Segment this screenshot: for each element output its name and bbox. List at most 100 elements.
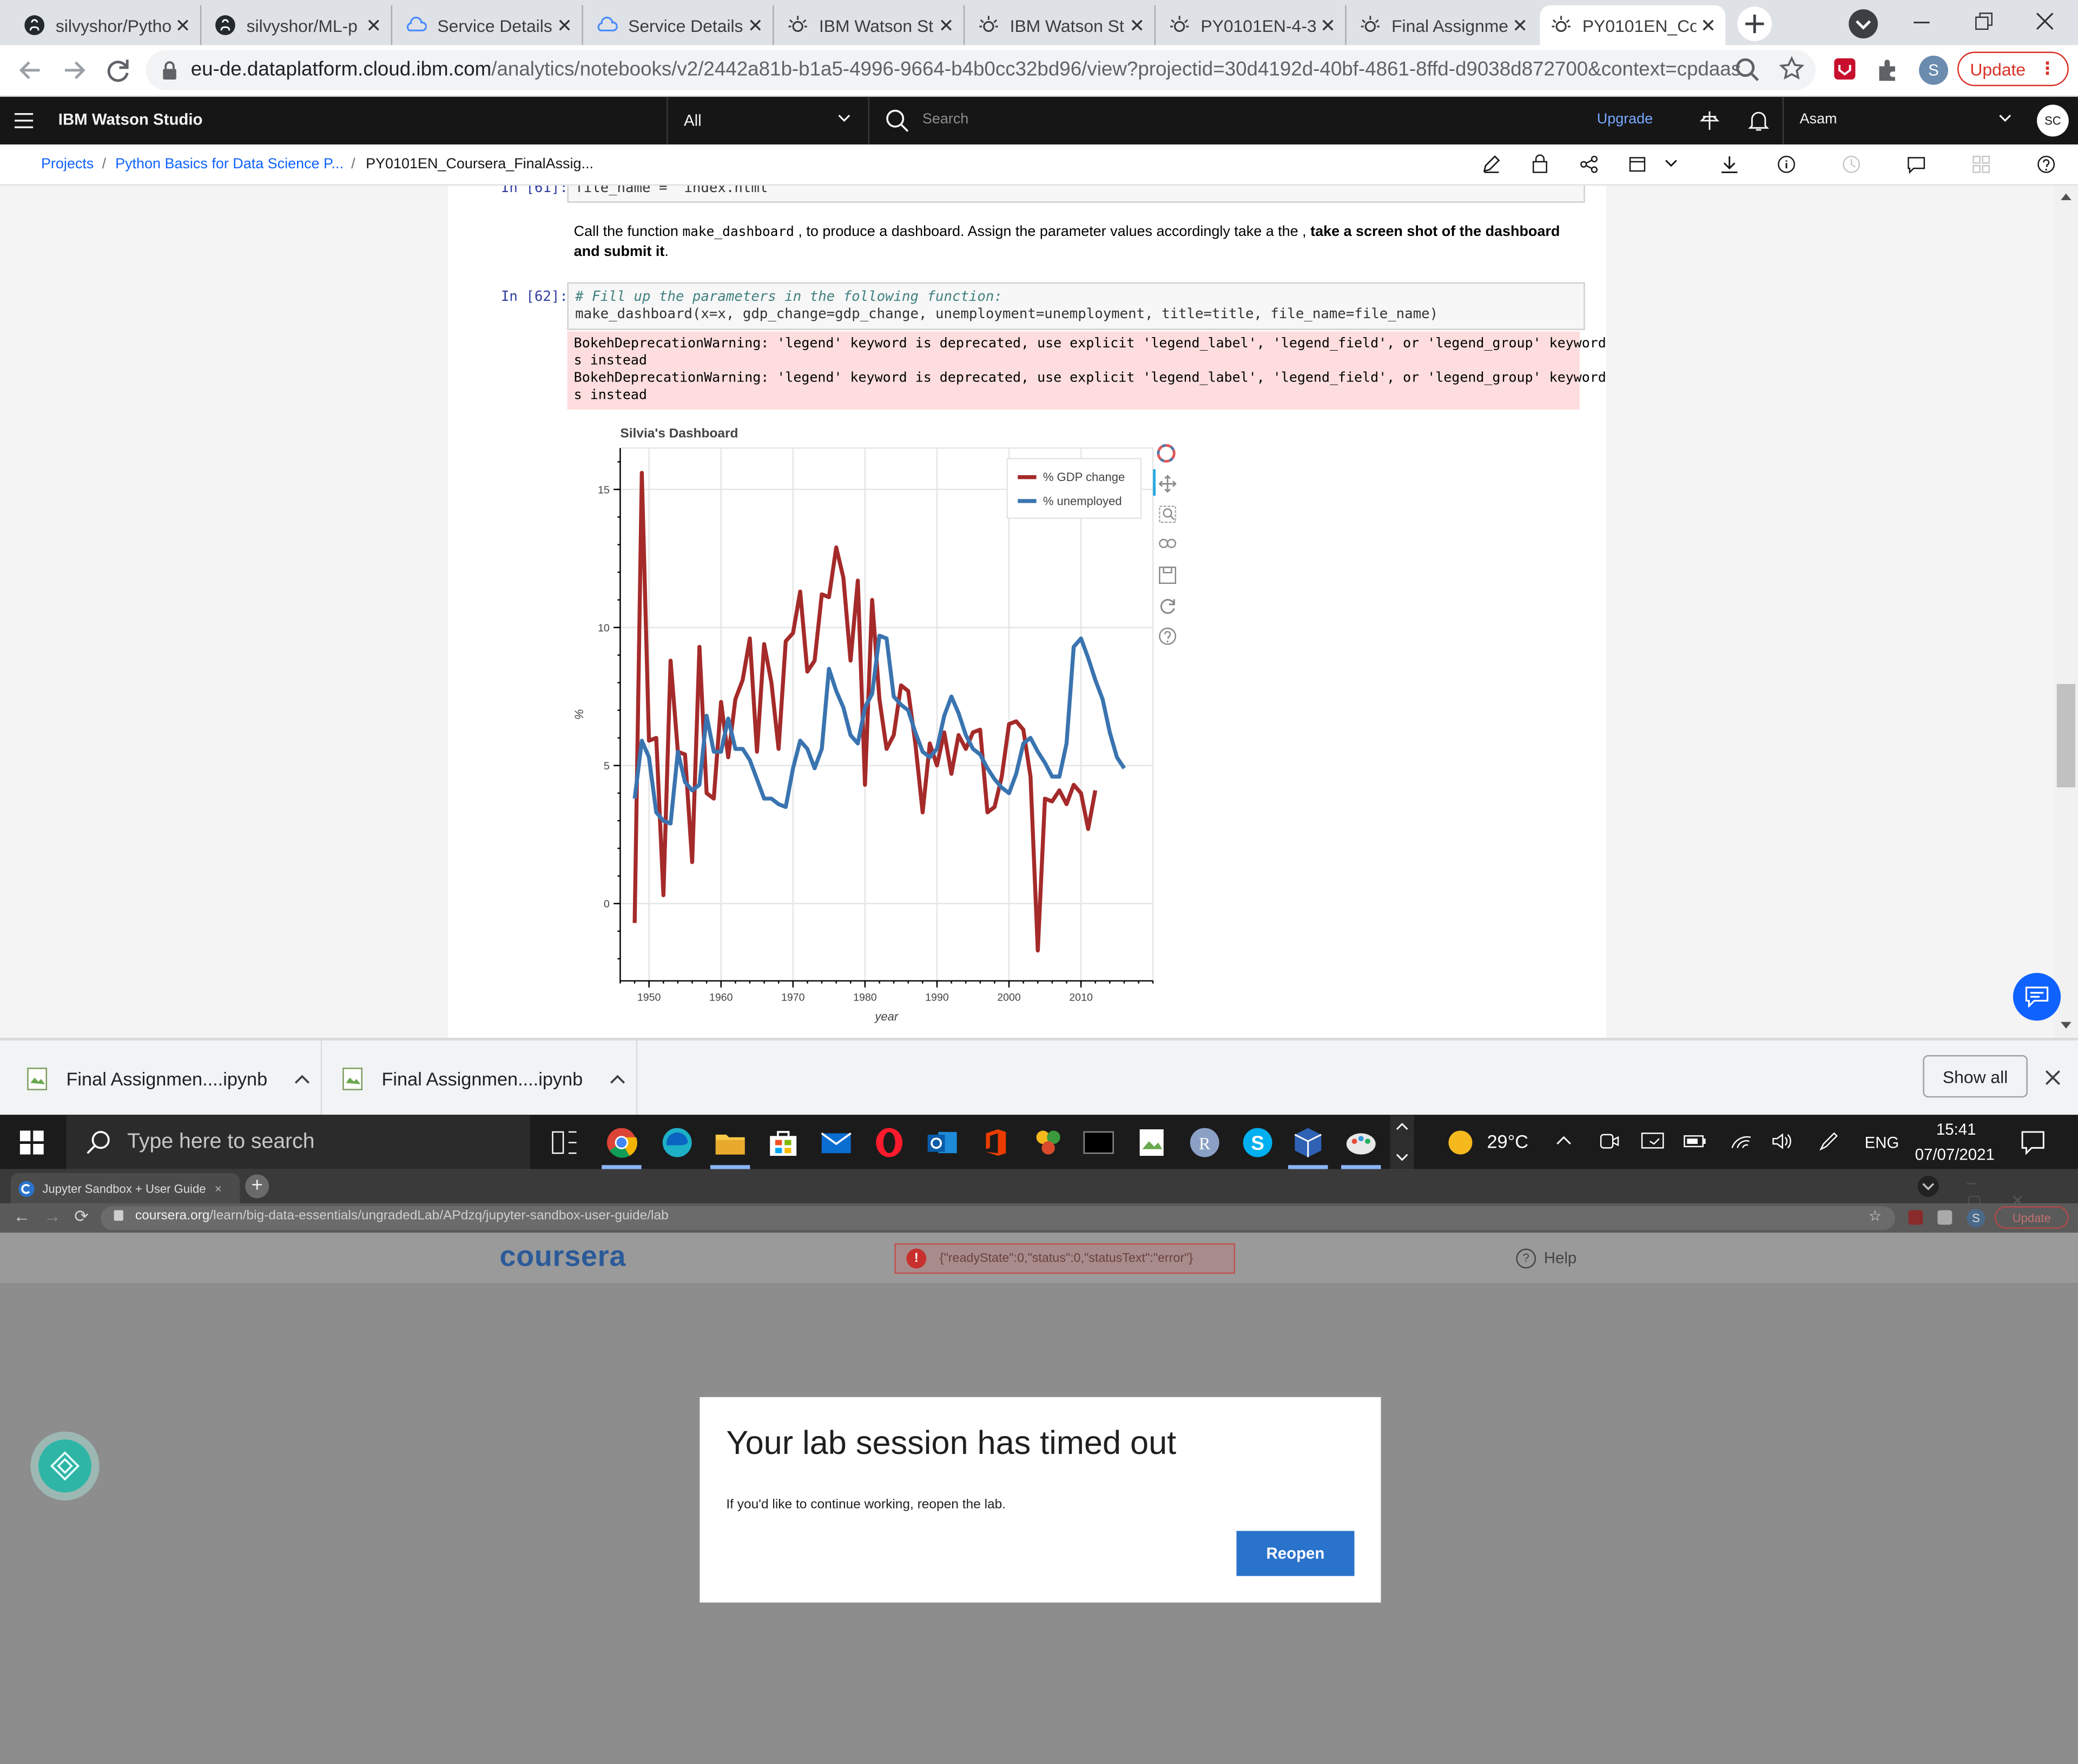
deploy-icon[interactable] bbox=[1699, 110, 1720, 131]
reload-icon[interactable]: ⟳ bbox=[74, 1206, 89, 1227]
url-text[interactable]: coursera.org/learn/big-data-essentials/u… bbox=[135, 1209, 669, 1223]
code-cell[interactable]: # Fill up the parameters in the followin… bbox=[567, 282, 1585, 330]
input-language[interactable]: ENG bbox=[1865, 1133, 1899, 1151]
display-icon[interactable] bbox=[1641, 1131, 1665, 1152]
download-item[interactable]: Final Assignmen....ipynb bbox=[342, 1040, 638, 1116]
reopen-button[interactable]: Reopen bbox=[1236, 1531, 1355, 1576]
profile-avatar[interactable]: S bbox=[1967, 1209, 1985, 1228]
wifi-icon[interactable] bbox=[1730, 1132, 1753, 1150]
share-icon[interactable] bbox=[1580, 155, 1598, 174]
floating-assistant-button[interactable] bbox=[30, 1431, 100, 1500]
close-tab-icon[interactable]: ✕ bbox=[1696, 14, 1720, 37]
tab-search-icon[interactable] bbox=[1848, 8, 1879, 40]
terminal-icon[interactable] bbox=[1081, 1125, 1116, 1160]
coursera-logo[interactable]: coursera bbox=[499, 1239, 626, 1274]
restore-icon[interactable] bbox=[1969, 8, 1996, 35]
browser-tab[interactable]: PY0101EN-4-3 ✕ bbox=[1158, 5, 1347, 45]
taskbar-search-input[interactable]: Type here to search bbox=[66, 1115, 530, 1169]
update-button[interactable]: Update bbox=[1994, 1206, 2069, 1229]
minimize-icon[interactable] bbox=[1908, 11, 1935, 35]
edit-pencil-icon[interactable] bbox=[1482, 155, 1500, 174]
paint-icon[interactable] bbox=[1344, 1125, 1378, 1160]
office-icon[interactable] bbox=[978, 1125, 1013, 1160]
browser-tab[interactable]: IBM Watson St ✕ bbox=[967, 5, 1156, 45]
weather-sun-icon[interactable] bbox=[1447, 1129, 1474, 1156]
breadcrumb-project[interactable]: Python Basics for Data Science P... bbox=[115, 156, 344, 172]
hamburger-menu-icon[interactable] bbox=[14, 111, 34, 130]
chrome-icon[interactable] bbox=[604, 1125, 639, 1160]
lock-icon[interactable] bbox=[1532, 154, 1548, 174]
bokeh-logo-icon[interactable] bbox=[1157, 444, 1176, 463]
taskbar-scroll[interactable] bbox=[1390, 1115, 1414, 1169]
close-tab-icon[interactable]: ✕ bbox=[934, 14, 958, 37]
help-link[interactable]: Help bbox=[1544, 1249, 1576, 1267]
chevron-down-icon[interactable] bbox=[1665, 159, 1678, 170]
file-explorer-icon[interactable] bbox=[713, 1125, 748, 1160]
notification-bell-icon[interactable] bbox=[1748, 109, 1770, 133]
profile-avatar[interactable]: S bbox=[1919, 55, 1948, 85]
upgrade-link[interactable]: Upgrade bbox=[1597, 111, 1653, 127]
new-tab-button[interactable] bbox=[1737, 6, 1772, 41]
history-icon[interactable] bbox=[1842, 155, 1861, 174]
close-tab-icon[interactable]: ✕ bbox=[1125, 14, 1149, 37]
download-icon[interactable] bbox=[1720, 155, 1739, 174]
close-tab-icon[interactable]: ✕ bbox=[171, 14, 195, 37]
close-tab-icon[interactable]: ✕ bbox=[1508, 14, 1532, 37]
update-button[interactable]: Update ⋮ bbox=[1957, 51, 2069, 87]
new-tab-button[interactable]: + bbox=[245, 1174, 269, 1199]
clock-date[interactable]: 07/07/2021 bbox=[1915, 1145, 1995, 1163]
close-tab-icon[interactable]: ✕ bbox=[552, 14, 576, 37]
reload-icon[interactable] bbox=[103, 56, 133, 85]
schedule-job-icon[interactable] bbox=[1629, 155, 1647, 174]
task-view-icon[interactable] bbox=[549, 1125, 583, 1160]
weather-temperature[interactable]: 29°C bbox=[1487, 1131, 1528, 1152]
back-icon[interactable]: ← bbox=[13, 1206, 30, 1226]
box-zoom-icon[interactable] bbox=[1158, 505, 1177, 523]
code-snippets-icon[interactable] bbox=[1972, 155, 1990, 174]
extension-shield-icon[interactable] bbox=[1908, 1210, 1923, 1225]
close-downloads-icon[interactable] bbox=[2043, 1068, 2062, 1087]
coursera-tab[interactable]: Jupyter Sandbox + User Guide | C × bbox=[10, 1173, 240, 1204]
chevron-up-icon[interactable] bbox=[609, 1073, 625, 1084]
outlook-icon[interactable] bbox=[925, 1125, 960, 1160]
scrollbar[interactable] bbox=[2054, 185, 2078, 1038]
scope-dropdown[interactable]: All bbox=[667, 96, 867, 145]
app-flower-icon[interactable] bbox=[1031, 1125, 1066, 1160]
extensions-puzzle-icon[interactable] bbox=[1937, 1210, 1952, 1225]
bokeh-plot[interactable]: Silvia's Dashboard 1950 1960 1970 1980 1990 20… bbox=[567, 422, 1203, 1031]
battery-icon[interactable] bbox=[1683, 1132, 1707, 1150]
bookmark-star-icon[interactable] bbox=[1778, 56, 1805, 82]
scroll-up-arrow[interactable] bbox=[2061, 193, 2072, 200]
meet-now-icon[interactable] bbox=[1598, 1131, 1619, 1152]
browser-tab[interactable]: IBM Watson St ✕ bbox=[776, 5, 965, 45]
chat-assistant-button[interactable] bbox=[2013, 973, 2061, 1021]
mail-icon[interactable] bbox=[819, 1125, 854, 1160]
pen-icon[interactable] bbox=[1818, 1131, 1842, 1152]
edge-icon[interactable] bbox=[660, 1125, 695, 1160]
close-tab-icon[interactable]: ✕ bbox=[743, 14, 767, 37]
browser-tab[interactable]: Final Assignme ✕ bbox=[1349, 5, 1538, 45]
browser-tab[interactable]: Service Details ✕ bbox=[395, 5, 583, 45]
forward-icon[interactable]: → bbox=[44, 1206, 61, 1226]
global-search-input[interactable]: Search bbox=[868, 96, 1564, 145]
zoom-icon[interactable] bbox=[1735, 57, 1762, 83]
close-window-icon[interactable] bbox=[2031, 8, 2058, 35]
pan-tool-icon[interactable] bbox=[1158, 475, 1177, 493]
close-tab-icon[interactable]: × bbox=[215, 1182, 222, 1195]
back-icon[interactable] bbox=[16, 56, 45, 85]
forward-icon[interactable] bbox=[60, 56, 89, 85]
r-icon[interactable]: R bbox=[1188, 1125, 1222, 1160]
browser-tab[interactable]: silvyshor/Pytho ✕ bbox=[13, 5, 202, 45]
save-icon[interactable] bbox=[1158, 566, 1177, 584]
store-icon[interactable] bbox=[766, 1125, 801, 1160]
line-chart[interactable]: Silvia's Dashboard 1950 1960 1970 1980 1990 20… bbox=[567, 422, 1203, 1031]
close-tab-icon[interactable]: ✕ bbox=[362, 14, 386, 37]
virtualbox-icon[interactable] bbox=[1291, 1125, 1325, 1160]
browser-tab[interactable]: PY0101EN_Co ✕ bbox=[1540, 5, 1726, 45]
extensions-puzzle-icon[interactable] bbox=[1875, 57, 1902, 83]
extension-shield-icon[interactable] bbox=[1833, 57, 1857, 81]
windows-start-icon[interactable] bbox=[19, 1130, 44, 1155]
code-cell[interactable]: file_name = "index.html" bbox=[567, 185, 1585, 203]
account-switcher[interactable]: Asam bbox=[1782, 96, 2022, 145]
bookmark-star-icon[interactable]: ☆ bbox=[1869, 1208, 1882, 1225]
